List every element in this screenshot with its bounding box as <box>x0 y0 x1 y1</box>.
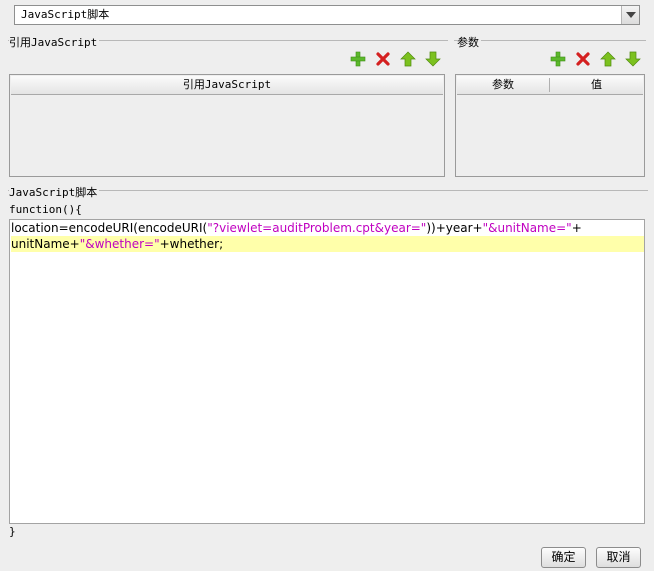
ref-js-table-header: 引用JavaScript <box>11 76 443 95</box>
code-string-token: "&whether=" <box>79 237 160 251</box>
chevron-down-icon[interactable] <box>621 6 639 24</box>
code-string-token: "?viewlet=auditProblem.cpt&year=" <box>207 221 427 235</box>
code-token: ))+year+ <box>426 221 483 235</box>
cancel-button[interactable]: 取消 <box>596 547 641 568</box>
function-close-text: } <box>9 525 16 538</box>
script-type-select[interactable]: JavaScript脚本 <box>14 5 640 25</box>
move-up-icon[interactable] <box>400 51 416 67</box>
delete-icon[interactable] <box>575 51 591 67</box>
script-type-select-value: JavaScript脚本 <box>21 8 110 21</box>
ref-js-section-title: 引用JavaScript <box>9 34 100 50</box>
params-table[interactable]: 参数 值 <box>455 74 645 177</box>
code-line-highlighted[interactable]: unitName+"&whether="+whether; <box>11 236 644 252</box>
script-divider <box>8 190 648 191</box>
column-header-param[interactable]: 参数 <box>457 76 549 94</box>
code-line[interactable]: location=encodeURI(encodeURI("?viewlet=a… <box>11 220 644 236</box>
params-divider <box>454 40 646 41</box>
params-table-header: 参数 值 <box>457 76 643 95</box>
code-editor[interactable]: location=encodeURI(encodeURI("?viewlet=a… <box>9 219 645 524</box>
move-down-icon[interactable] <box>625 51 641 67</box>
column-header-ref-js[interactable]: 引用JavaScript <box>11 76 443 94</box>
code-token: + <box>571 221 582 235</box>
params-section-title: 参数 <box>457 34 481 50</box>
code-token: unitName+ <box>11 237 80 251</box>
code-token: location=encodeURI(encodeURI( <box>11 221 208 235</box>
column-header-value[interactable]: 值 <box>550 76 643 94</box>
move-down-icon[interactable] <box>425 51 441 67</box>
delete-icon[interactable] <box>375 51 391 67</box>
move-up-icon[interactable] <box>600 51 616 67</box>
ref-js-table[interactable]: 引用JavaScript <box>9 74 445 177</box>
script-section-title: JavaScript脚本 <box>9 184 100 200</box>
ok-button[interactable]: 确定 <box>541 547 586 568</box>
add-icon[interactable] <box>550 51 566 67</box>
add-icon[interactable] <box>350 51 366 67</box>
code-token: +whether; <box>159 237 224 251</box>
function-open-text: function(){ <box>9 203 82 216</box>
code-string-token: "&unitName=" <box>482 221 572 235</box>
